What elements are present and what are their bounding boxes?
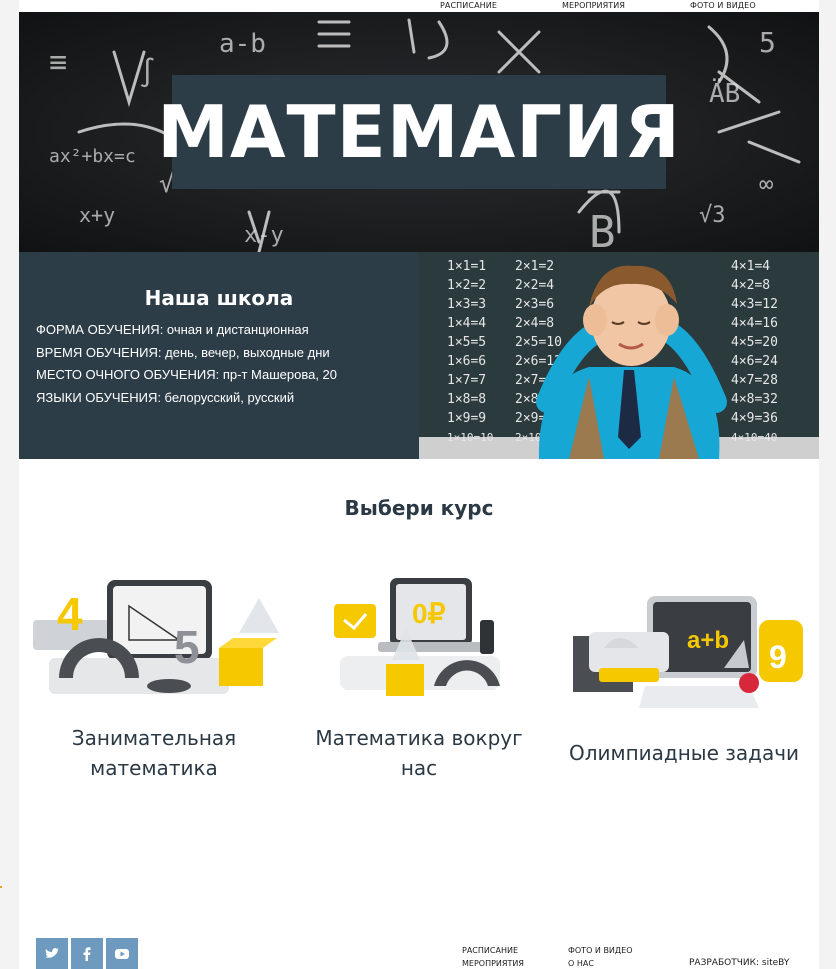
course-title[interactable]: Олимпиадные задачи xyxy=(559,738,809,768)
school-info-form: ФОРМА ОБУЧЕНИЯ: очная и дистанционная xyxy=(36,322,309,337)
hero-banner: ax²+bx=c a-b x-y ∫ √ x+y ≡ y ÄB 5 √3 B ∞… xyxy=(19,12,819,252)
school-info-languages: ЯЗЫКИ ОБУЧЕНИЯ: белорусский, русский xyxy=(36,389,295,405)
course-card-olympiad-tasks[interactable]: a+b 9 Олимпиадные задачи xyxy=(559,568,809,783)
facebook-button[interactable] xyxy=(71,938,103,969)
course-card-math-around-us[interactable]: 0₽ Математика вокруг нас xyxy=(294,568,544,783)
courses-heading: Выбери курс xyxy=(344,496,494,520)
nav-schedule-link[interactable]: РАСПИСАНИЕ xyxy=(440,1,497,10)
footer-events-link[interactable]: МЕРОПРИЯТИЯ xyxy=(462,959,524,968)
board-line: 4×2=8 xyxy=(731,278,770,293)
digit-4-icon: 4 xyxy=(57,588,83,640)
top-nav: РАСПИСАНИЕ МЕРОПРИЯТИЯ ФОТО И ВИДЕО xyxy=(19,0,819,12)
board-line: 1×6=6 xyxy=(447,354,486,369)
board-line: 2×2=4 xyxy=(515,278,554,293)
board-line: 1×9=9 xyxy=(447,411,486,426)
course-title[interactable]: Математика вокруг нас xyxy=(294,723,544,783)
facebook-icon xyxy=(83,946,91,961)
chalk-text: ∫ xyxy=(139,56,156,89)
board-line: 1×8=8 xyxy=(447,392,486,407)
board-line: 1×2=2 xyxy=(447,278,486,293)
digit-5-icon: 5 xyxy=(174,621,200,673)
site-title-box: МАТЕМАГИЯ xyxy=(157,75,680,189)
price-sign-icon: 0₽ xyxy=(412,598,446,629)
footer-about-link[interactable]: О НАС xyxy=(568,959,594,968)
course-title[interactable]: Занимательная математика xyxy=(29,723,279,783)
course-illustration: 0₽ xyxy=(334,578,500,696)
chalk-text: 5 xyxy=(759,26,776,59)
page: РАСПИСАНИЕ МЕРОПРИЯТИЯ ФОТО И ВИДЕО ax²+… xyxy=(19,0,819,969)
chalk-text: x+y xyxy=(79,203,115,227)
formula-icon: a+b xyxy=(687,627,729,654)
school-info-panel: Наша школа ФОРМА ОБУЧЕНИЯ: очная и диста… xyxy=(19,252,419,459)
school-info-time: ВРЕМЯ ОБУЧЕНИЯ: день, вечер, выходные дн… xyxy=(36,344,330,360)
board-line: 4×5=20 xyxy=(731,335,778,350)
board-line: 4×9=36 xyxy=(731,411,778,426)
board-line: 4×10=40 xyxy=(731,431,777,444)
chalk-text: ax²+bx=c xyxy=(49,146,136,167)
board-line: 1×7=7 xyxy=(447,373,486,388)
youtube-button[interactable] xyxy=(106,938,138,969)
school-info-place: МЕСТО ОЧНОГО ОБУЧЕНИЯ: пр-т Машерова, 20 xyxy=(36,367,338,382)
digit-9-icon: 9 xyxy=(769,639,787,675)
board-line: 2×5=10 xyxy=(515,335,562,350)
course-title-line: Олимпиадные задачи xyxy=(568,741,800,765)
board-line: 4×3=12 xyxy=(731,297,778,312)
board-line: 4×1=4 xyxy=(731,259,770,274)
board-line: 1×4=4 xyxy=(447,316,486,331)
course-title-line: математика xyxy=(90,756,218,780)
decorative-dot xyxy=(0,886,2,888)
chalk-text: ∞ xyxy=(759,170,773,198)
site-title: МАТЕМАГИЯ xyxy=(157,90,681,174)
chalk-text: x-y xyxy=(244,223,284,248)
board-line: 2×3=6 xyxy=(515,297,554,312)
board-line: 1×1=1 xyxy=(447,259,486,274)
twitter-icon xyxy=(45,947,59,958)
course-title-line: Занимательная xyxy=(71,726,237,750)
board-line: 4×8=32 xyxy=(731,392,778,407)
board-line: 4×6=24 xyxy=(731,354,778,369)
chalk-text: √3 xyxy=(699,203,726,228)
chalk-text: ≡ xyxy=(49,45,67,80)
footer-schedule-link[interactable]: РАСПИСАНИЕ xyxy=(462,946,518,955)
course-illustration: a+b 9 xyxy=(573,596,803,708)
nav-photo-link[interactable]: ФОТО И ВИДЕО xyxy=(690,1,756,10)
board-line: 4×4=16 xyxy=(731,316,778,331)
board-line: 1×3=3 xyxy=(447,297,486,312)
school-heading: Наша школа xyxy=(144,286,294,310)
board-line: 1×5=5 xyxy=(447,335,486,350)
board-line: 2×4=8 xyxy=(515,316,554,331)
course-title-line: Математика вокруг xyxy=(315,726,523,750)
course-title-line: нас xyxy=(400,756,438,780)
school-info-list: ФОРМА ОБУЧЕНИЯ: очная и дистанционная ВР… xyxy=(36,319,337,409)
board-line: 4×7=28 xyxy=(731,373,778,388)
footer-photo-link[interactable]: ФОТО И ВИДЕО xyxy=(568,946,633,955)
chalk-text: a-b xyxy=(219,29,266,59)
board-line: 2×1=2 xyxy=(515,259,554,274)
nav-events-link[interactable]: МЕРОПРИЯТИЯ xyxy=(562,1,625,10)
chalk-text: ÄB xyxy=(709,77,740,109)
twitter-button[interactable] xyxy=(36,938,68,969)
footer-developer-link[interactable]: РАЗРАБОТЧИК: siteBY xyxy=(689,958,789,968)
course-illustration: 4 5 xyxy=(33,580,279,694)
board-line: 1×10=10 xyxy=(447,431,493,444)
youtube-icon xyxy=(115,948,129,959)
blackboard-photo: 1×1=1 1×2=2 1×3=3 1×4=4 1×5=5 1×6=6 1×7=… xyxy=(419,252,819,459)
chalk-text: B xyxy=(589,207,616,252)
boy-at-chalkboard-photo: 1×1=1 1×2=2 1×3=3 1×4=4 1×5=5 1×6=6 1×7=… xyxy=(419,252,819,459)
course-card-entertaining-math[interactable]: 4 5 Занимательная математика xyxy=(29,568,279,783)
